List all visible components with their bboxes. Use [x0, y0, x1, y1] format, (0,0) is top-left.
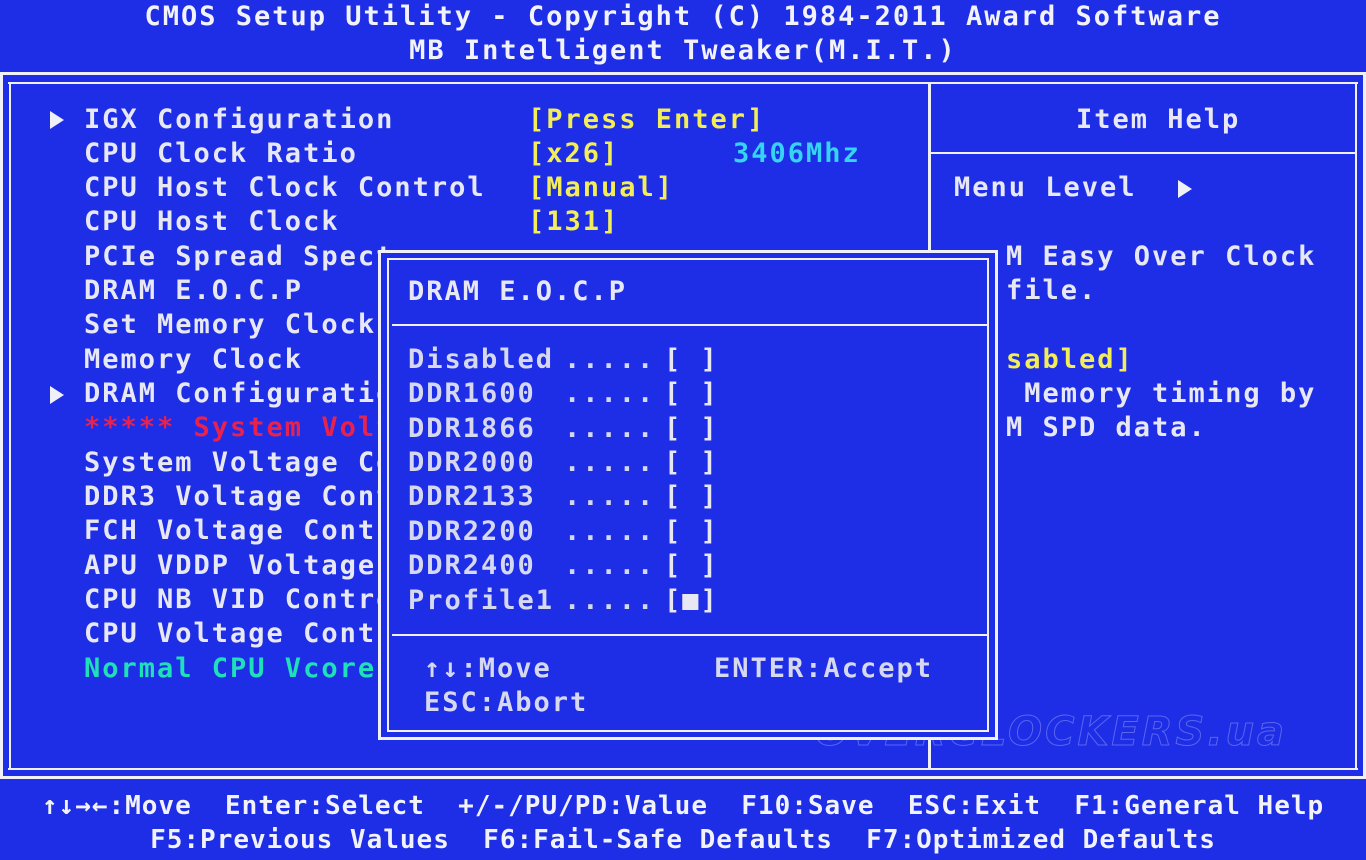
- help-text-line: Memory timing by: [1006, 378, 1317, 409]
- popup-option-label: Disabled: [408, 344, 555, 375]
- menu-item-system-voltage-control[interactable]: System Voltage Co: [84, 446, 394, 480]
- popup-option-label: DDR1866: [408, 413, 536, 444]
- frame-bottom-outer: [0, 776, 1366, 779]
- menu-item-pcie-spread-spectrum[interactable]: PCIe Spread Spect: [84, 240, 394, 274]
- help-text-line: file.: [1006, 275, 1098, 306]
- popup-hint-abort: ESC:Abort: [424, 687, 589, 718]
- header-title: CMOS Setup Utility - Copyright (C) 1984-…: [144, 1, 1222, 32]
- cpu-frequency-readout: 3406Mhz: [733, 138, 861, 169]
- menu-item-dram-eocp[interactable]: DRAM E.O.C.P: [84, 274, 303, 308]
- popup-option-dots: .....: [564, 550, 656, 581]
- popup-option-checkbox[interactable]: [ ]: [664, 377, 719, 411]
- menu-value-cpu-host-clock[interactable]: [131]: [528, 205, 619, 239]
- popup-option-dots: .....: [564, 378, 656, 409]
- popup-hint-accept: ENTER:Accept: [714, 653, 934, 684]
- frame-left-inner: [9, 82, 11, 770]
- help-text-line: M SPD data.: [1006, 412, 1207, 443]
- menu-item-apu-vddp-voltage[interactable]: APU VDDP Voltage: [84, 549, 376, 583]
- popup-option-label: DDR2200: [408, 516, 536, 547]
- footer-key-hints-secondary: F5:Previous Values F6:Fail-Safe Defaults…: [150, 825, 1216, 855]
- popup-option-label: Profile1: [408, 585, 555, 616]
- menu-section-system-voltage: ***** System Volt: [84, 412, 395, 443]
- help-text-line: sabled]: [1006, 344, 1134, 375]
- menu-value-igx-configuration[interactable]: [Press Enter]: [528, 103, 765, 137]
- popup-option-label: DDR2000: [408, 447, 536, 478]
- menu-item-ddr3-voltage-control[interactable]: DDR3 Voltage Cont: [84, 480, 394, 514]
- popup-option-label: DDR2133: [408, 481, 536, 512]
- help-title-divider: [930, 152, 1356, 154]
- popup-option-dots: .....: [564, 481, 656, 512]
- popup-title-divider: [392, 324, 988, 326]
- menu-item-igx-configuration[interactable]: IGX Configuration: [84, 103, 394, 137]
- popup-option-dots: .....: [564, 585, 656, 616]
- help-menu-level: Menu Level: [954, 172, 1137, 203]
- popup-option-dots: .....: [564, 413, 656, 444]
- frame-top-inner: [8, 82, 1358, 84]
- dram-eocp-popup: DRAM E.O.C.P Disabled ..... [ ] DDR1600 …: [378, 250, 998, 740]
- menu-value-cpu-host-clock-control[interactable]: [Manual]: [528, 171, 674, 205]
- popup-option-checkbox[interactable]: [ ]: [664, 343, 719, 377]
- popup-option-checkbox[interactable]: [ ]: [664, 549, 719, 583]
- help-panel-title: Item Help: [1076, 104, 1241, 135]
- page-title: MB Intelligent Tweaker(M.I.T.): [409, 35, 957, 66]
- submenu-arrow-icon: [50, 386, 64, 404]
- popup-bottom-divider: [392, 634, 988, 636]
- popup-title: DRAM E.O.C.P: [408, 276, 628, 307]
- popup-option-checkbox[interactable]: [ ]: [664, 446, 719, 480]
- menu-item-dram-configuration[interactable]: DRAM Configuratio: [84, 377, 394, 411]
- frame-bottom-inner: [8, 768, 1358, 770]
- submenu-arrow-icon: [50, 111, 64, 129]
- footer-key-hints: ↑↓→←:Move Enter:Select +/-/PU/PD:Value F…: [41, 791, 1325, 821]
- frame-left-outer: [0, 72, 3, 778]
- menu-item-cpu-clock-ratio[interactable]: CPU Clock Ratio: [84, 137, 358, 171]
- popup-option-checkbox[interactable]: [ ]: [664, 480, 719, 514]
- popup-option-label: DDR1600: [408, 378, 536, 409]
- help-text-line: M Easy Over Clock: [1006, 241, 1317, 272]
- popup-option-dots: .....: [564, 447, 656, 478]
- menu-item-cpu-nb-vid-control[interactable]: CPU NB VID Contro: [84, 583, 394, 617]
- frame-right-inner: [1355, 82, 1357, 770]
- menu-item-set-memory-clock[interactable]: Set Memory Clock: [84, 308, 376, 342]
- popup-option-checkbox[interactable]: [ ]: [664, 412, 719, 446]
- menu-item-fch-voltage-control[interactable]: FCH Voltage Contr: [84, 514, 394, 548]
- popup-option-checkbox[interactable]: [ ]: [664, 515, 719, 549]
- menu-level-arrow-icon: [1178, 180, 1192, 198]
- menu-item-memory-clock[interactable]: Memory Clock: [84, 343, 303, 377]
- popup-hint-move: ↑↓:Move: [424, 653, 552, 684]
- frame-top-outer: [0, 72, 1366, 75]
- menu-value-cpu-clock-ratio[interactable]: [x26]: [528, 137, 619, 171]
- popup-option-checkbox-selected[interactable]: [■]: [664, 584, 719, 618]
- menu-item-normal-cpu-vcore: Normal CPU Vcore: [84, 653, 377, 684]
- popup-option-dots: .....: [564, 516, 656, 547]
- menu-item-cpu-voltage-control[interactable]: CPU Voltage Contr: [84, 617, 394, 651]
- popup-option-dots: .....: [564, 344, 656, 375]
- menu-item-cpu-host-clock-control[interactable]: CPU Host Clock Control: [84, 171, 486, 205]
- popup-option-label: DDR2400: [408, 550, 536, 581]
- menu-item-cpu-host-clock[interactable]: CPU Host Clock: [84, 205, 340, 239]
